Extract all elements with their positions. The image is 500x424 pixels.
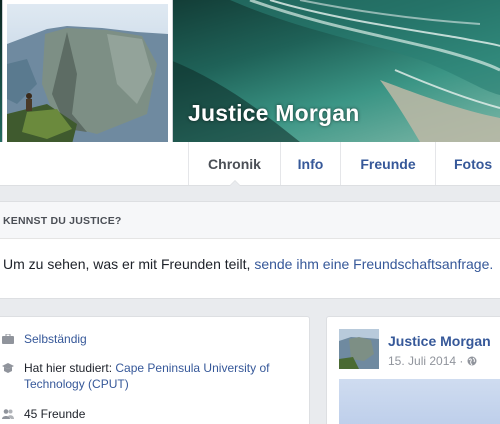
briefcase-icon [2,334,14,344]
profile-tab-bar: Chronik Info Freunde Fotos [0,142,500,186]
post-meta: 15. Juli 2014 · [388,354,477,368]
post-author-photo [339,329,379,369]
friend-request-link[interactable]: sende ihm eine Freundschaftsanfrage. [254,256,493,272]
tab-freunde-label: Freunde [360,155,416,172]
active-tab-caret-icon [228,180,241,186]
know-box-message: Um zu sehen, was er mit Freunden teilt, [3,256,255,272]
intro-card: Selbständig Hat hier studiert: Cape Peni… [0,316,310,424]
timeline-post: Justice Morgan 15. Juli 2014 · [326,316,500,424]
intro-friends-count[interactable]: 45 Freunde [24,406,294,422]
intro-study-text: Hat hier studiert: Cape Peninsula Univer… [24,360,294,392]
post-image[interactable] [339,379,500,424]
tab-freunde[interactable]: Freunde [340,142,435,185]
know-box-heading: KENNST DU JUSTICE? [0,202,500,239]
tab-chronik-label: Chronik [208,155,261,172]
profile-page: Justice Morgan Chronik Info Freunde Foto… [0,0,500,424]
globe-icon [467,356,477,366]
post-author-name[interactable]: Justice Morgan [388,333,491,349]
tab-info-label: Info [297,155,324,172]
tab-chronik[interactable]: Chronik [188,142,280,186]
profile-name[interactable]: Justice Morgan [188,100,360,127]
tab-info[interactable]: Info [280,142,340,185]
graduation-cap-icon [2,363,14,373]
tab-fotos-label: Fotos [454,155,493,172]
know-person-box: KENNST DU JUSTICE? Um zu sehen, was er m… [0,201,500,299]
post-author-avatar[interactable] [339,329,379,369]
post-date[interactable]: 15. Juli 2014 · [388,354,467,368]
profile-photo-image [7,4,168,164]
tab-fotos[interactable]: Fotos [435,142,500,185]
intro-study-prefix: Hat hier studiert: [24,361,116,375]
know-box-text: Um zu sehen, was er mit Freunden teilt, … [0,239,500,272]
intro-work-link[interactable]: Selbständig [24,331,294,347]
friends-icon [2,409,14,419]
